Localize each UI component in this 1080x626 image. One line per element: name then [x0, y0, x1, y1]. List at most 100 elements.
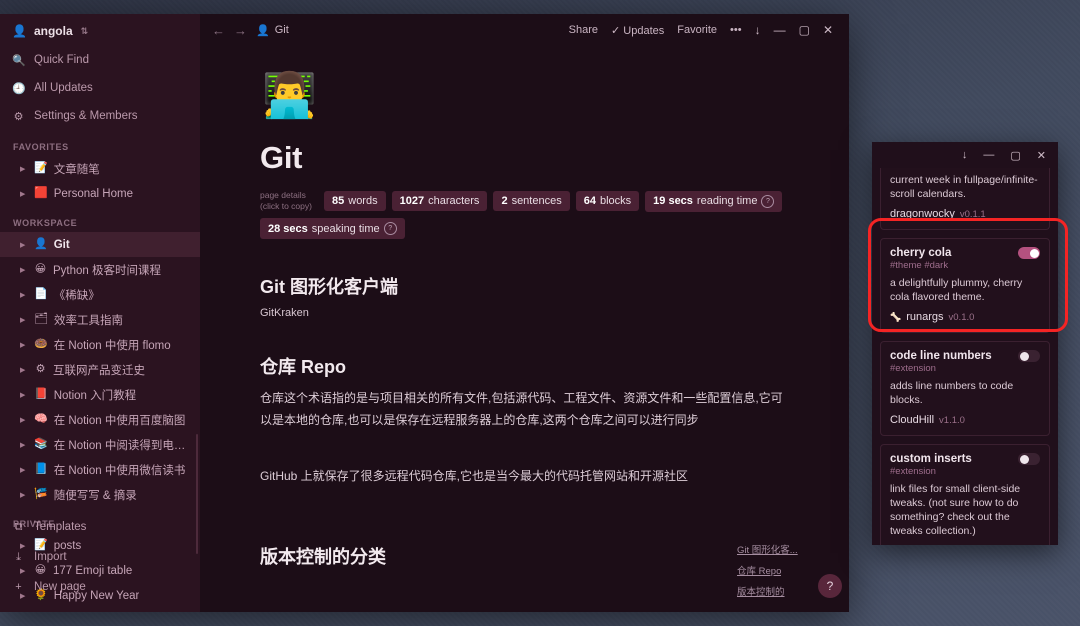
extension-card-code-line-numbers[interactable]: code line numbers #extension adds line n… — [880, 341, 1050, 436]
extension-toggle[interactable] — [1018, 247, 1040, 259]
list-item[interactable]: ▶ ⚙ 互联网产品变迁史 — [0, 357, 200, 382]
extension-version: v0.1.0 — [948, 311, 975, 323]
extension-card-custom-inserts[interactable]: custom inserts #extension link files for… — [880, 444, 1050, 545]
list-item[interactable]: ▶ 📚 在 Notion 中阅读得到电子书 — [0, 432, 200, 457]
share-button[interactable]: Share — [569, 24, 598, 36]
list-item[interactable]: ▶ 📘 在 Notion 中使用微信读书 — [0, 457, 200, 482]
toc-link-2[interactable]: 仓库 Repo — [737, 563, 781, 577]
extension-toggle[interactable] — [1018, 350, 1040, 362]
heading-repo: 仓库 Repo — [260, 357, 347, 377]
extension-card-cherry-cola[interactable]: cherry cola #theme #dark a delightfully … — [880, 238, 1050, 333]
author-name: runargs — [906, 311, 944, 323]
chevron-right-icon[interactable]: ▶ — [20, 416, 28, 424]
toc-link-1[interactable]: Git 图形化客... — [737, 542, 798, 556]
list-item[interactable]: ▶ 🗂 效率工具指南 — [0, 307, 200, 332]
workspace-avatar-icon: 👤 — [12, 24, 27, 38]
chip-blocks[interactable]: 64 blocks — [575, 191, 640, 211]
workspace-section-label: WORKSPACE — [13, 218, 78, 228]
chip-speaking-time[interactable]: 28 secs speaking time ? — [260, 218, 405, 239]
list-item[interactable]: ▶ 🟥 Personal Home — [0, 181, 200, 206]
page-scroll-area[interactable]: 👨‍💻 Git page details (click to copy) 85 w… — [200, 46, 849, 612]
chip-sentences[interactable]: 2 sentences — [493, 191, 570, 211]
sidebar-item-quick-find[interactable]: 🔍 Quick Find — [0, 46, 200, 74]
toc-link-3[interactable]: 版本控制的 — [737, 584, 785, 598]
breadcrumb-emoji-icon: 👤 — [256, 24, 270, 37]
chevron-right-icon[interactable]: ▶ — [20, 391, 28, 399]
extension-toggle[interactable] — [1018, 453, 1040, 465]
extension-description: adds line numbers to code blocks. — [890, 380, 1014, 406]
sidebar-item-label: Quick Find — [34, 54, 89, 66]
updates-button[interactable]: ✓ Updates — [611, 24, 664, 37]
chevron-updown-icon: ⇅ — [80, 25, 89, 36]
back-arrow-icon[interactable]: ← — [212, 23, 225, 38]
extension-card[interactable]: current week in fullpage/infinite-scroll… — [880, 168, 1050, 230]
help-icon[interactable]: ? — [383, 222, 397, 235]
breadcrumb[interactable]: 👤 Git — [256, 24, 289, 37]
heading-git-gui-client: Git 图形化客户端 — [260, 277, 398, 297]
page-label: 在 Notion 中使用 flomo — [53, 339, 171, 352]
author-avatar-icon: 🦴 — [890, 311, 902, 322]
maximize-window-button[interactable]: ▢ — [1010, 149, 1020, 162]
forward-arrow-icon[interactable]: → — [234, 23, 247, 38]
extension-name: code line numbers — [890, 350, 992, 362]
heading-version-control-types: 版本控制的分类 — [260, 547, 386, 567]
page-title: Git — [260, 140, 303, 175]
maximize-window-button[interactable]: ▢ — [799, 23, 810, 37]
paragraph-repo-1: 仓库这个术语指的是与项目相关的所有文件,包括源代码、工程文件、资源文件和一些配置… — [260, 391, 783, 427]
download-icon[interactable]: ↓ — [755, 23, 761, 37]
chevron-right-icon[interactable]: ▶ — [20, 441, 28, 449]
sidebar-item-label: New page — [34, 581, 86, 593]
chevron-right-icon[interactable]: ▶ — [20, 190, 28, 198]
download-icon[interactable]: ↓ — [962, 149, 968, 161]
page-emoji-icon: 🧠 — [34, 413, 48, 425]
more-options-icon[interactable]: ••• — [730, 24, 742, 36]
page-emoji-icon: 😀 — [34, 263, 47, 275]
help-icon[interactable]: ? — [761, 194, 775, 208]
chevron-right-icon[interactable]: ▶ — [20, 316, 28, 324]
page-details-row: page details (click to copy) 85 words 102… — [260, 190, 789, 239]
chevron-right-icon[interactable]: ▶ — [20, 266, 28, 274]
extensions-panel: ↓ — ▢ ✕ current week in fullpage/infinit… — [872, 142, 1058, 545]
plus-icon: + — [15, 581, 22, 593]
chevron-right-icon[interactable]: ▶ — [20, 366, 28, 374]
list-item[interactable]: ▶ 📄 《稀缺》 — [0, 282, 200, 307]
page-icon[interactable]: 👨‍💻 — [262, 74, 789, 118]
chevron-right-icon[interactable]: ▶ — [20, 466, 28, 474]
extension-version: v1.1.0 — [939, 414, 965, 426]
sidebar-item-git[interactable]: ▶ 👤 Git — [0, 232, 200, 257]
list-item[interactable]: ▶ 📝 文章随笔 — [0, 156, 200, 181]
list-item[interactable]: ▶ 📕 Notion 入门教程 — [0, 382, 200, 407]
close-window-button[interactable]: ✕ — [1037, 149, 1046, 162]
workspace-switcher[interactable]: 👤 angola ⇅ — [0, 14, 200, 46]
sidebar-item-label: All Updates — [34, 82, 93, 94]
minimize-window-button[interactable]: — — [983, 149, 994, 161]
import-icon: ⤓ — [16, 550, 21, 563]
list-item[interactable]: ▶ 🧠 在 Notion 中使用百度脑图 — [0, 407, 200, 432]
chevron-right-icon[interactable]: ▶ — [20, 165, 28, 173]
favorite-button[interactable]: Favorite — [677, 24, 717, 36]
chevron-right-icon[interactable]: ▶ — [20, 291, 28, 299]
list-item[interactable]: ▶ 😀 Python 极客时间课程 — [0, 257, 200, 282]
chevron-right-icon[interactable]: ▶ — [20, 491, 28, 499]
minimize-window-button[interactable]: — — [774, 23, 786, 37]
extension-author: dragonwocky v0.1.1 — [890, 208, 1040, 220]
sidebar-item-new-page[interactable]: + New page — [0, 572, 200, 602]
chip-reading-time[interactable]: 19 secs reading time ? — [645, 190, 783, 212]
chip-characters[interactable]: 1027 characters — [391, 191, 488, 211]
page-emoji-icon: 🟥 — [34, 187, 48, 199]
chevron-right-icon[interactable]: ▶ — [20, 341, 28, 349]
sidebar: 👤 angola ⇅ 🔍 Quick Find 🕘 All Updates ⚙ … — [0, 14, 200, 612]
chip-words[interactable]: 85 words — [324, 191, 386, 211]
extension-version: v0.1.1 — [959, 208, 986, 220]
list-item[interactable]: ▶ 🍩 在 Notion 中使用 flomo — [0, 332, 200, 357]
list-item[interactable]: ▶ 🎏 随便写写 & 摘录 — [0, 482, 200, 507]
page-emoji-icon: 🎏 — [34, 488, 48, 500]
help-button[interactable]: ? — [818, 574, 842, 598]
sidebar-item-settings-members[interactable]: ⚙ Settings & Members — [0, 102, 200, 130]
extensions-list[interactable]: current week in fullpage/infinite-scroll… — [872, 168, 1058, 545]
close-window-button[interactable]: ✕ — [823, 23, 833, 37]
sidebar-item-import[interactable]: ⤓ Import — [0, 542, 200, 572]
sidebar-item-all-updates[interactable]: 🕘 All Updates — [0, 74, 200, 102]
chevron-right-icon[interactable]: ▶ — [20, 241, 28, 249]
sidebar-item-templates[interactable]: ⧉ Templates — [0, 512, 200, 542]
